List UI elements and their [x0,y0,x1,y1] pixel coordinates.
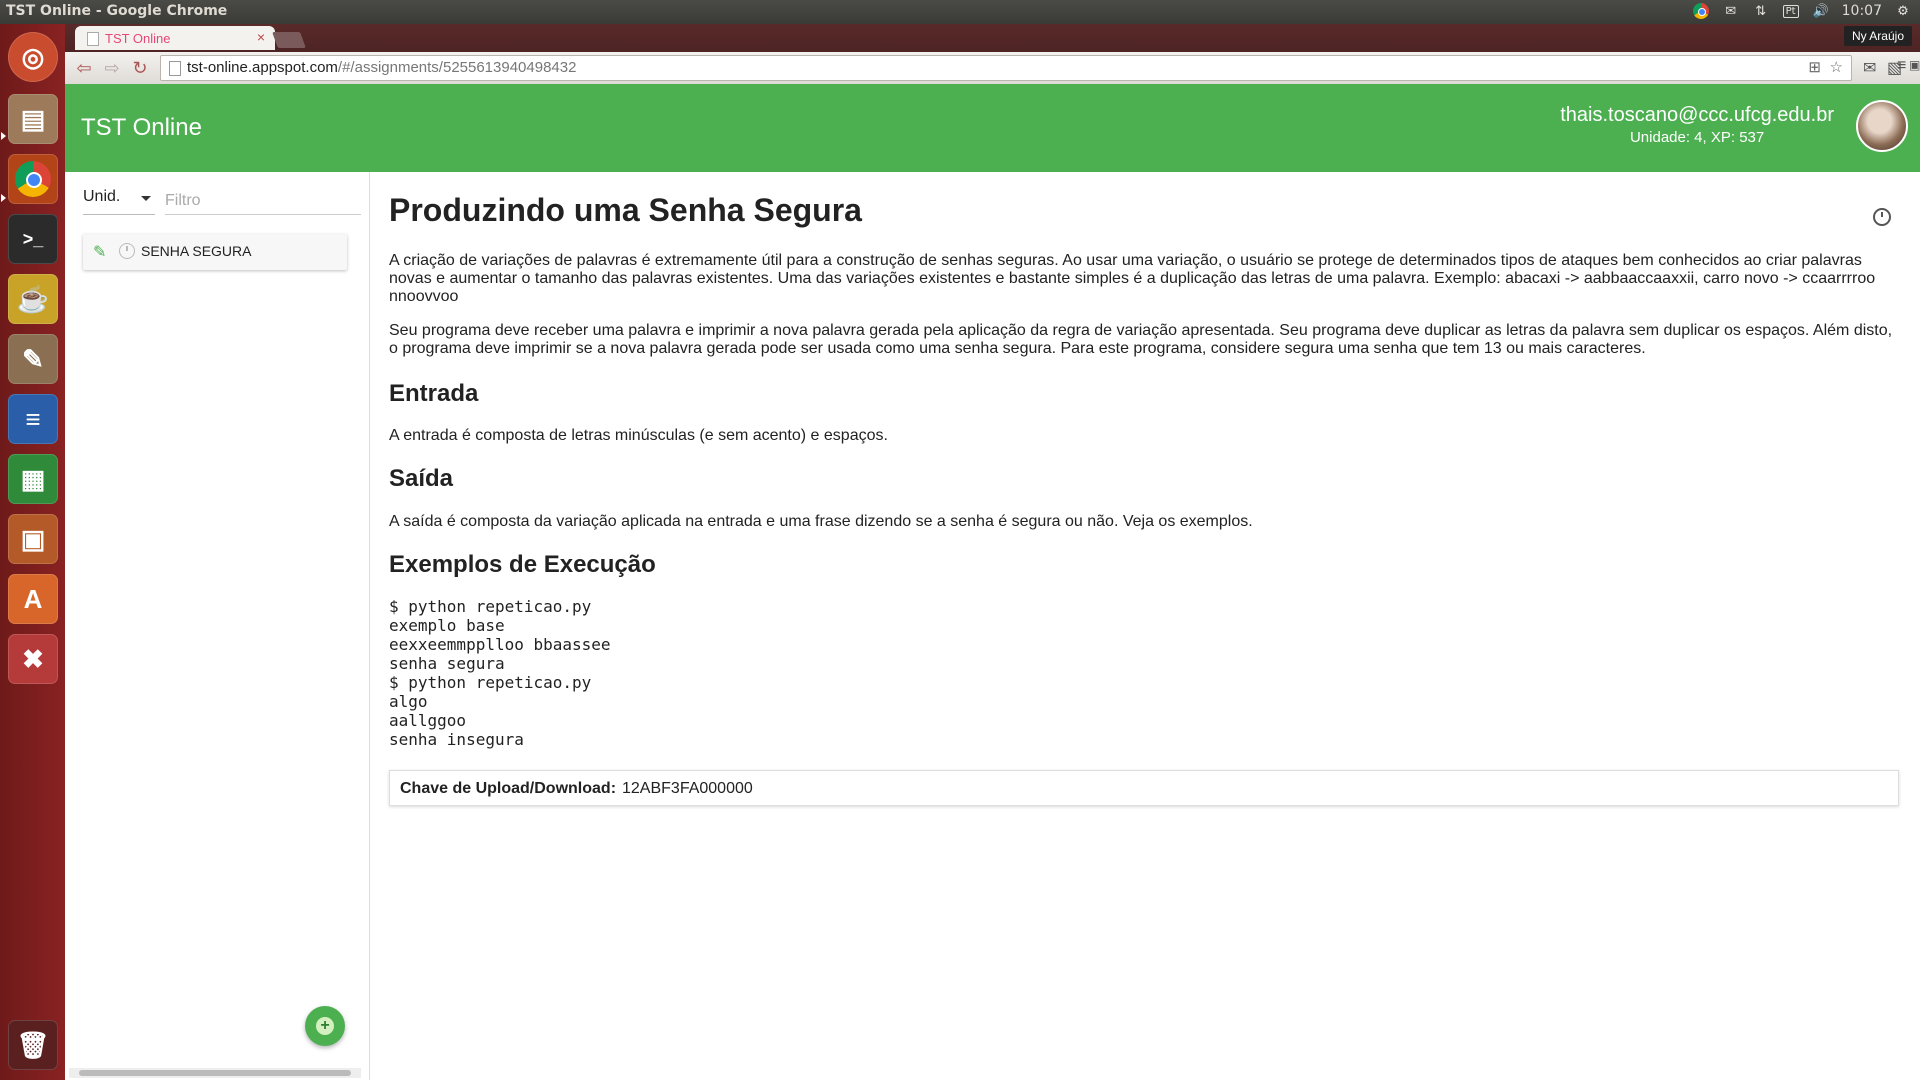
history-icon[interactable] [1873,208,1891,226]
output-description: A saída é composta da variação aplicada … [389,513,1253,530]
horizontal-scrollbar[interactable] [69,1068,361,1078]
url-path: /#/assignments/5255613940498432 [337,59,577,76]
calc-icon[interactable]: ▦ [8,454,58,504]
user-stats: Unidade: 4, XP: 537 [1629,129,1765,146]
browser-toolbar: ⇦ ⇨ ↻ tst-online.appspot.com/#/assignmen… [65,52,1920,84]
address-bar[interactable]: tst-online.appspot.com/#/assignments/525… [160,55,1852,81]
user-info: thais.toscano@ccc.ufcg.edu.br Unidade: 4… [1560,104,1834,146]
terminal-icon[interactable]: >_ [8,214,58,264]
star-icon[interactable]: ☆ [1830,58,1843,76]
new-tab-button[interactable] [272,32,306,48]
text-editor-icon[interactable]: ✎ [8,334,58,384]
unit-select[interactable]: Unid. [83,188,155,215]
app-title[interactable]: TST Online [81,114,202,142]
window-title: TST Online - Google Chrome [6,3,228,19]
page-title: Produzindo uma Senha Segura [389,192,862,228]
plus-icon: + [316,1017,334,1035]
description-paragraph: A criação de variações de palavras é ext… [389,252,1876,305]
writer-icon[interactable]: ≡ [8,394,58,444]
messaging-icon[interactable]: ✉ [1722,2,1740,20]
clock-icon [119,243,135,259]
network-icon[interactable]: ⇅ [1752,2,1770,20]
browser-chrome: TST Online × Ny Araújo ⇦ ⇨ ↻ tst-online.… [65,24,1920,84]
profile-button[interactable]: Ny Araújo [1843,26,1912,46]
browser-tab[interactable]: TST Online × [75,26,275,50]
tab-title: TST Online [105,31,171,46]
upload-key-box: Chave de Upload/Download: 12ABF3FA000000 [389,770,1899,806]
extension-icon[interactable]: ✉ [1863,58,1876,78]
examples-heading: Exemplos de Execução [389,551,656,578]
clock[interactable]: 10:07 [1842,3,1882,19]
ubuntu-icon[interactable]: ◎ [8,32,58,82]
avatar[interactable] [1856,100,1908,152]
gear-icon[interactable]: ⚙ [1894,2,1912,20]
back-button[interactable]: ⇦ [73,57,95,79]
output-heading: Saída [389,465,454,492]
page-icon [169,61,181,76]
system-tray: ✉ ⇅ Pt 🔊 10:07 ⚙ [1692,2,1912,20]
add-button[interactable]: + [305,1006,345,1046]
files-icon[interactable]: ▤ [8,94,58,144]
keyboard-layout-label: Pt [1782,4,1799,18]
close-icon[interactable]: × [257,29,265,45]
assignment-sidebar: Unid. ✎ SENHA SEGURA + [65,172,370,1080]
upload-key-label: Chave de Upload/Download: [400,780,617,797]
upload-key-value[interactable]: 12ABF3FA000000 [622,780,753,798]
examples-code-block: $ python repeticao.py exemplo base eexxe… [389,597,611,749]
pencil-icon: ✎ [93,244,107,261]
unit-select-label: Unid. [83,188,121,205]
scrollbar-thumb[interactable] [79,1070,351,1076]
chrome-tray-icon[interactable] [1692,2,1710,20]
reload-button[interactable]: ↻ [129,57,151,79]
assignment-label: SENHA SEGURA [141,243,252,259]
keyboard-layout-indicator[interactable]: Pt [1782,2,1800,20]
os-top-panel: TST Online - Google Chrome ✉ ⇅ Pt 🔊 10:0… [0,0,1920,24]
description-paragraph: Seu programa deve receber uma palavra e … [389,322,1893,357]
trash-icon[interactable]: 🗑 [8,1020,58,1070]
menu-icon[interactable]: ≡ [1897,57,1906,75]
page-icon [87,32,99,46]
filter-input[interactable] [165,188,361,215]
app-header: TST Online thais.toscano@ccc.ufcg.edu.br… [65,84,1920,172]
ticket-icon[interactable]: ☕ [8,274,58,324]
volume-icon[interactable]: 🔊 [1812,2,1830,20]
chevron-down-icon [141,196,151,201]
software-center-icon[interactable]: A [8,574,58,624]
extension-icon[interactable]: ▣ [1909,58,1920,72]
translate-icon[interactable]: ⊞ [1808,58,1821,76]
assignment-content: Produzindo uma Senha Segura A criação de… [389,172,1901,1080]
settings-icon[interactable]: ✖ [8,634,58,684]
unity-launcher: ◎ ▤ >_ ☕ ✎ ≡ ▦ ▣ A ✖ 🗑 [0,24,66,1080]
url-host: tst-online.appspot.com [187,59,338,76]
forward-button[interactable]: ⇨ [101,57,123,79]
input-description: A entrada é composta de letras minúscula… [389,427,888,444]
assignment-item[interactable]: ✎ SENHA SEGURA [83,234,347,270]
user-email: thais.toscano@ccc.ufcg.edu.br [1560,104,1834,126]
impress-icon[interactable]: ▣ [8,514,58,564]
input-heading: Entrada [389,380,479,407]
chrome-icon[interactable] [8,154,58,204]
